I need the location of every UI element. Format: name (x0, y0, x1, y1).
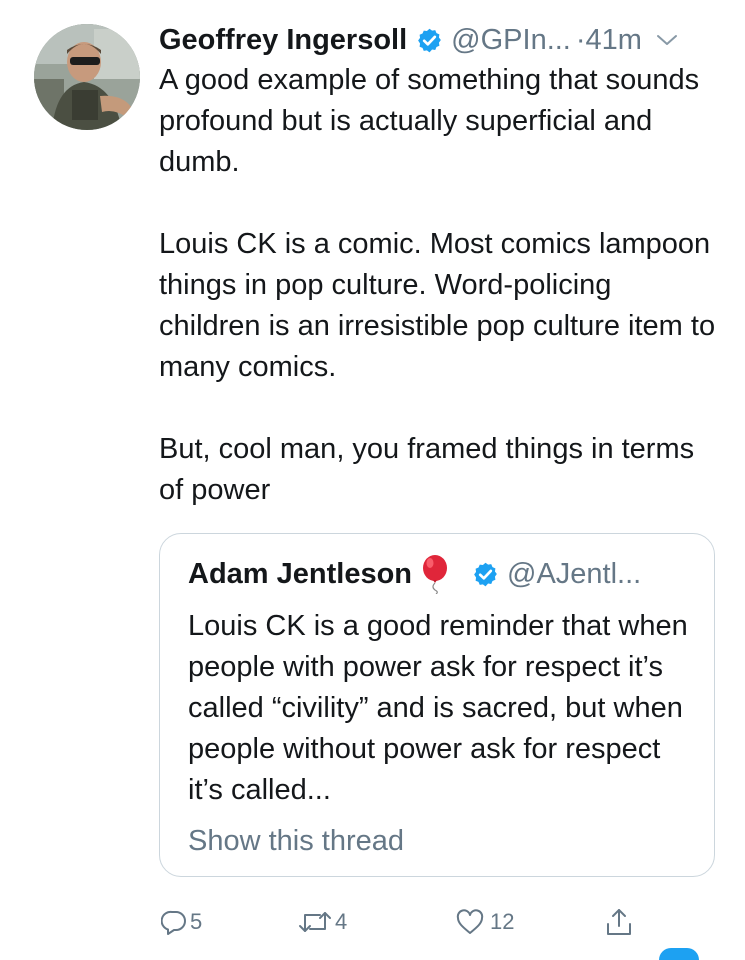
quoted-tweet-text: Louis CK is a good reminder that when pe… (188, 610, 688, 806)
author-avatar[interactable] (34, 24, 140, 130)
tweet-paragraph: Louis CK is a comic. Most comics lampoon… (159, 228, 716, 383)
author-handle[interactable]: @GPIn... (451, 18, 571, 62)
like-button[interactable]: 12 (456, 900, 514, 944)
tweet-paragraph: A good example of something that sounds … (159, 64, 700, 178)
reply-count: 5 (190, 909, 203, 934)
quoted-author-handle: @AJentl... (507, 557, 642, 590)
tweet-action-bar: 5 4 12 (159, 900, 719, 944)
like-icon (456, 909, 484, 935)
tweet-time[interactable]: 41m (586, 18, 642, 62)
chevron-down-icon[interactable] (656, 33, 678, 47)
tweet-paragraph: But, cool man, you framed things in term… (159, 433, 695, 506)
quoted-tweet-card[interactable]: Adam Jentleson @AJentl... Louis CK is a … (159, 533, 715, 877)
share-icon (605, 907, 633, 937)
like-count: 12 (490, 909, 515, 934)
quoted-author-name: Adam Jentleson (188, 557, 412, 590)
retweet-count: 4 (335, 909, 348, 934)
separator-dot: · (575, 24, 586, 56)
balloon-icon (420, 554, 450, 594)
verified-badge-icon (472, 561, 499, 588)
tweet-header: Geoffrey Ingersoll @GPIn... · 41m (159, 18, 678, 62)
author-name[interactable]: Geoffrey Ingersoll (159, 18, 407, 62)
tweet-text: A good example of something that sounds … (159, 60, 719, 511)
compose-button-edge[interactable] (659, 948, 699, 960)
reply-icon (161, 909, 187, 935)
reply-button[interactable]: 5 (161, 900, 202, 944)
retweet-icon (298, 909, 332, 935)
verified-badge-icon (416, 27, 443, 54)
retweet-button[interactable]: 4 (298, 900, 347, 944)
quoted-tweet-header: Adam Jentleson @AJentl... (188, 554, 641, 594)
show-thread-link[interactable]: Show this thread (188, 821, 404, 862)
share-button[interactable] (605, 900, 633, 944)
